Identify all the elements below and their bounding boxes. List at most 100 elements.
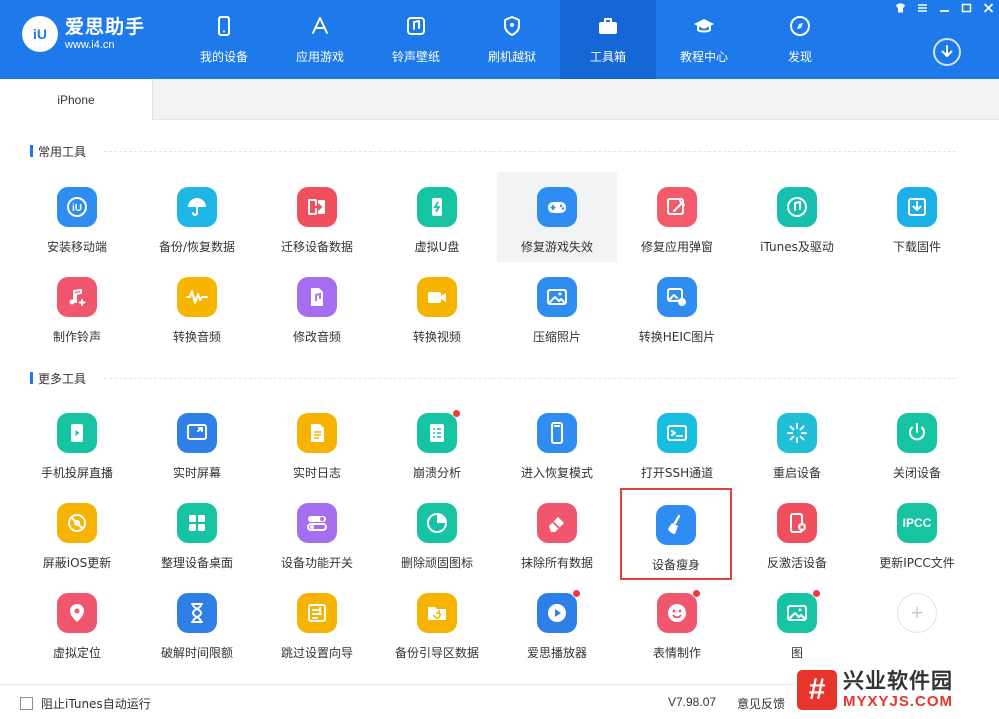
section-more-title: 更多工具 [30,371,86,386]
tool-item[interactable]: 进入恢复模式 [497,398,617,488]
power-icon [897,413,937,453]
tool-label: 备份/恢复数据 [158,240,236,254]
tool-label: 图 [790,646,803,660]
pie-delete-icon [417,503,457,543]
nav-item-0[interactable]: 我的设备 [176,0,272,79]
nav-item-label: 工具箱 [589,50,626,64]
tool-item[interactable]: 图 [737,578,857,668]
tool-label: 压缩照片 [532,330,581,344]
tool-item[interactable]: 实时日志 [257,398,377,488]
tool-item[interactable]: 打开SSH通道 [617,398,737,488]
feedback-link[interactable]: 意见反馈 [737,695,785,712]
tool-item[interactable]: 破解时间限额 [137,578,257,668]
backup-folder-icon [417,593,457,633]
section-common-title: 常用工具 [30,144,86,159]
nav-item-4[interactable]: 工具箱 [560,0,656,79]
tool-label: 手机投屏直播 [40,466,113,480]
tool-label: 设备瘦身 [651,558,700,572]
nav-item-label: 应用游戏 [295,50,344,64]
tool-item[interactable]: 备份引导区数据 [377,578,497,668]
tool-label: 虚拟U盘 [414,240,460,254]
tool-label: 抹除所有数据 [520,556,593,570]
app-title: 爱思助手 [65,16,146,38]
image-icon [777,589,821,633]
nav-item-2[interactable]: 铃声壁纸 [368,0,464,79]
tool-item[interactable]: 修改音频 [257,262,377,352]
eraser-icon [537,503,577,543]
tool-item[interactable]: 修复应用弹窗 [617,172,737,262]
nav-item-6[interactable]: 发现 [752,0,848,79]
tool-item[interactable]: 抹除所有数据 [497,488,617,578]
watermark-logo: # [797,669,837,710]
block-itunes-checkbox[interactable] [20,697,33,710]
transfer-icon [297,187,337,227]
tool-item[interactable]: 反激活设备 [737,488,857,578]
tool-label: 修复游戏失效 [520,240,593,254]
section-divider [104,378,956,379]
block-itunes-label[interactable]: 阻止iTunes自动运行 [41,695,151,712]
tool-label: 跳过设置向导 [280,646,353,660]
tool-item[interactable]: 转换音频 [137,262,257,352]
nav-item-3[interactable]: 刷机越狱 [464,0,560,79]
tool-item[interactable]: 设备瘦身 [620,488,732,580]
tool-item[interactable]: 关闭设备 [857,398,977,488]
tool-item[interactable]: 屏蔽iOS更新 [17,488,137,578]
tool-label: 实时日志 [292,466,341,480]
tool-label: 转换视频 [412,330,461,344]
tool-item[interactable]: 跳过设置向导 [257,578,377,668]
compass-icon [788,14,812,38]
tool-item[interactable]: 手机投屏直播 [17,398,137,488]
tool-label: 修复应用弹窗 [640,240,713,254]
tool-label: 安装移动端 [46,240,107,254]
tool-label: 备份引导区数据 [394,646,479,660]
graduation-cap-icon [692,14,716,38]
tool-item[interactable]: 虚拟U盘 [377,172,497,262]
tool-item[interactable]: 整理设备桌面 [137,488,257,578]
minimize-icon[interactable] [937,2,951,14]
nav-item-label: 教程中心 [679,50,728,64]
nav-item-1[interactable]: 应用游戏 [272,0,368,79]
tool-item[interactable]: 删除顽固图标 [377,488,497,578]
download-icon[interactable] [933,38,961,66]
notification-dot [452,409,461,418]
add-tool-button[interactable]: + [857,578,977,668]
tool-item[interactable]: 压缩照片 [497,262,617,352]
tool-label: 进入恢复模式 [520,466,593,480]
tab-iphone[interactable]: iPhone [0,79,153,120]
tool-item[interactable]: 转换视频 [377,262,497,352]
tool-item[interactable]: 迁移设备数据 [257,172,377,262]
tool-item[interactable]: 虚拟定位 [17,578,137,668]
tool-item[interactable]: 崩溃分析 [377,398,497,488]
nav-item-5[interactable]: 教程中心 [656,0,752,79]
tool-item[interactable]: 设备功能开关 [257,488,377,578]
tool-item[interactable]: 制作铃声 [17,262,137,352]
skin-icon[interactable] [893,2,907,14]
play-button-icon [537,589,581,633]
tool-item[interactable]: iU 安装移动端 [17,172,137,262]
nav-item-label: 发现 [787,50,812,64]
tool-label: iTunes及驱动 [760,240,834,254]
tool-label: 表情制作 [652,646,701,660]
tool-item[interactable]: 备份/恢复数据 [137,172,257,262]
tool-label: 屏蔽iOS更新 [42,556,112,570]
tool-label: 更新IPCC文件 [879,556,955,570]
tool-item[interactable]: 爱思播放器 [497,578,617,668]
tool-item[interactable]: 实时屏幕 [137,398,257,488]
tool-item[interactable]: 下载固件 [857,172,977,262]
add-icon[interactable]: + [897,593,937,633]
itunes-icon [777,187,817,227]
tool-item[interactable]: 修复游戏失效 [497,172,617,262]
tool-item[interactable]: iTunes及驱动 [737,172,857,262]
close-icon[interactable] [981,2,995,14]
tool-item[interactable]: 表情制作 [617,578,737,668]
menu-icon[interactable] [915,2,929,14]
maximize-icon[interactable] [959,2,973,14]
watermark: # 兴业软件园 MYXYJS.COM [795,660,999,719]
ipcc-icon: IPCC [897,503,937,543]
wrench-window-icon [657,187,697,227]
tool-item[interactable]: 重启设备 [737,398,857,488]
log-document-icon [297,413,337,453]
tool-item[interactable]: 转换HEIC图片 [617,262,737,352]
tool-label: 崩溃分析 [412,466,461,480]
tool-item[interactable]: IPCC 更新IPCC文件 [857,488,977,578]
